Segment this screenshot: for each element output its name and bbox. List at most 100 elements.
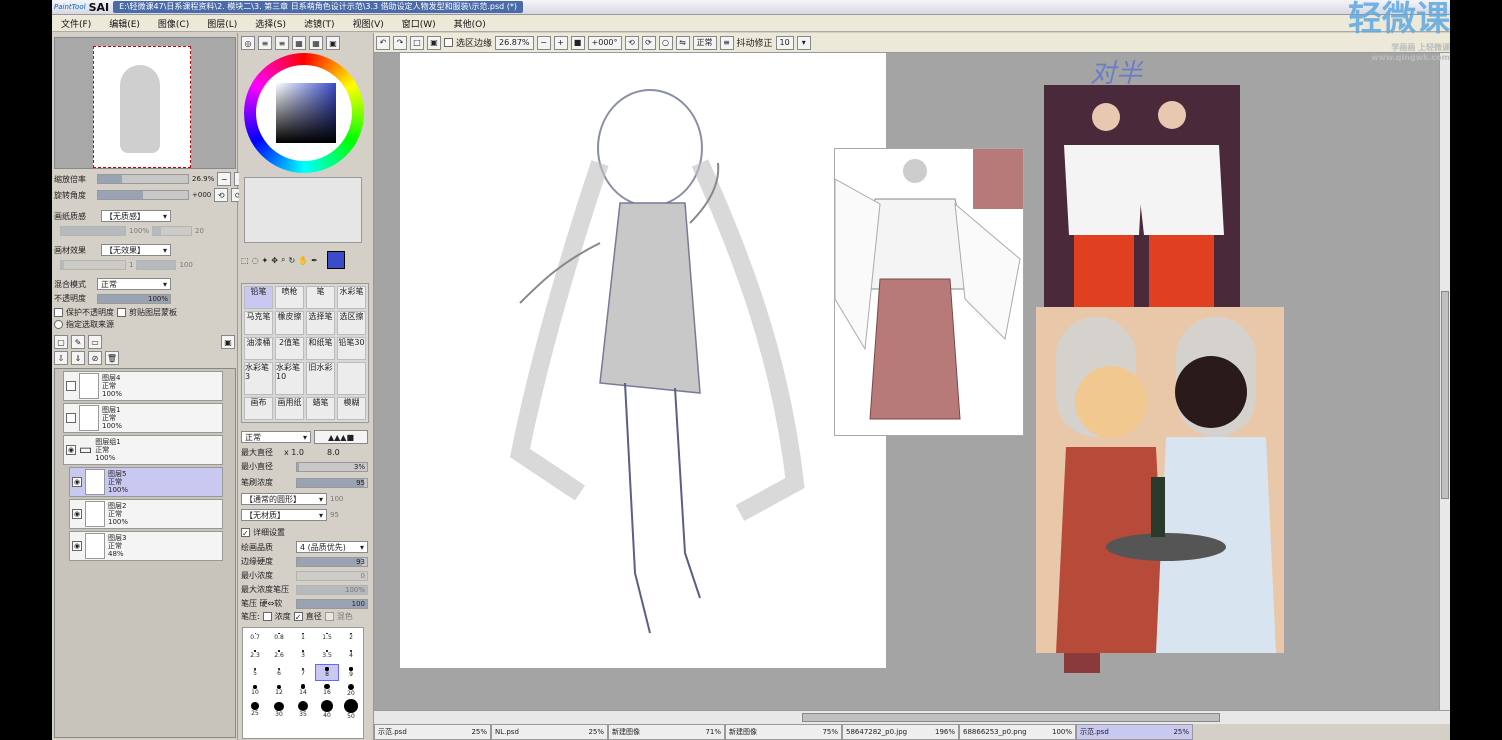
reference-photo-miko[interactable]: [1044, 85, 1240, 307]
brush-size-option[interactable]: 1.5: [315, 628, 339, 646]
brush-size-option[interactable]: 14: [291, 681, 315, 699]
delete-layer-button[interactable]: 🗑: [105, 351, 119, 365]
canvas-area[interactable]: 对半: [374, 53, 1439, 710]
transfer-down-button[interactable]: ⇩: [54, 351, 68, 365]
tool-drawing-paper[interactable]: 画用纸: [275, 396, 304, 420]
density-slider[interactable]: 95: [296, 477, 368, 488]
undo-button[interactable]: ↶: [376, 35, 390, 50]
menu-select[interactable]: 选择(S): [246, 17, 295, 30]
rgb-slider-tab[interactable]: ≡: [258, 36, 272, 50]
brush-size-option[interactable]: 2.3: [243, 646, 267, 664]
nav-zoom-out-button[interactable]: −: [217, 172, 232, 186]
lasso-icon[interactable]: ◌: [252, 256, 259, 265]
pressure-size-checkbox[interactable]: ✓: [293, 612, 303, 622]
brush-size-option[interactable]: 2: [339, 628, 363, 646]
layer-menu-button[interactable]: ▣: [221, 335, 235, 349]
zoom-out-button[interactable]: −: [536, 35, 551, 50]
vertical-scroll-thumb[interactable]: [1441, 291, 1449, 499]
deselect-button[interactable]: □: [410, 35, 424, 50]
selection-edge-checkbox[interactable]: [444, 38, 453, 47]
blend-mode-select[interactable]: 正常 ▾: [97, 278, 171, 290]
brush-size-option[interactable]: 4: [339, 646, 363, 664]
menu-other[interactable]: 其他(O): [445, 17, 495, 30]
doc-tab-active[interactable]: 示范.psd 25%: [1076, 724, 1193, 740]
new-folder-button[interactable]: ▭: [88, 335, 102, 349]
brush-size-option[interactable]: 7: [291, 664, 315, 682]
brush-size-option[interactable]: 0.7: [243, 628, 267, 646]
hsv-slider-tab[interactable]: ≡: [275, 36, 289, 50]
rotate-left-button[interactable]: ⟲: [624, 35, 639, 50]
tool-bucket[interactable]: 油漆桶: [244, 336, 273, 361]
pressure-density-checkbox[interactable]: [262, 612, 272, 621]
tool-watercolor[interactable]: 水彩笔: [337, 286, 366, 310]
menu-edit[interactable]: 编辑(E): [100, 17, 149, 30]
eye-icon[interactable]: ◉: [66, 445, 76, 455]
brush-texture-select[interactable]: 【无材质】 ▾: [241, 509, 327, 521]
doc-tab[interactable]: NL.psd 25%: [491, 724, 608, 740]
brush-size-option[interactable]: 3: [291, 646, 315, 664]
stabilizer-dropdown-icon[interactable]: ▾: [796, 35, 811, 50]
paper-texture-select[interactable]: 【无质感】 ▾: [101, 210, 171, 222]
select-rect-icon[interactable]: ⬚: [241, 256, 249, 265]
brush-effect-select[interactable]: 【无效果】 ▾: [101, 244, 171, 256]
protect-opacity-checkbox[interactable]: [54, 308, 63, 317]
swatches-tab[interactable]: ▦: [292, 36, 306, 50]
brush-size-option[interactable]: 5: [243, 664, 267, 682]
brush-size-option[interactable]: 10: [243, 681, 267, 699]
drawing-canvas[interactable]: [400, 53, 886, 668]
tool-watercolor10[interactable]: 水彩笔10: [275, 362, 304, 395]
brush-size-option[interactable]: 16: [315, 681, 339, 699]
brush-size-option[interactable]: 2.6: [267, 646, 291, 664]
selection-source-radio[interactable]: [54, 320, 63, 329]
stabilizer-select[interactable]: 10: [775, 35, 794, 50]
tool-eraser[interactable]: 橡皮擦: [275, 311, 304, 335]
pressure-blend-checkbox[interactable]: [324, 612, 334, 621]
brush-edge-selector[interactable]: ▲▲▲■: [314, 430, 368, 444]
user-swatch-tab[interactable]: ▦: [309, 36, 323, 50]
menu-layer[interactable]: 图层(L): [198, 17, 246, 30]
tool-washi[interactable]: 和纸笔: [306, 336, 335, 361]
effect-width-slider[interactable]: [60, 260, 126, 270]
navigator[interactable]: [54, 37, 236, 169]
color-wheel-tab[interactable]: ◎: [241, 36, 255, 50]
invert-select-button[interactable]: ▣: [427, 35, 441, 50]
detail-settings-checkbox[interactable]: ✓: [241, 528, 250, 538]
new-layer-button[interactable]: ▢: [54, 335, 68, 349]
layer-row[interactable]: ◉ 图层2 正常 100%: [69, 499, 223, 529]
reference-image-partial[interactable]: [1064, 653, 1100, 673]
tool-binary-pen[interactable]: 2值笔: [275, 336, 304, 361]
brush-size-option[interactable]: 20: [339, 681, 363, 699]
new-linework-layer-button[interactable]: ✎: [71, 335, 85, 349]
menu-image[interactable]: 图像(C): [149, 17, 198, 30]
eye-icon[interactable]: ◉: [72, 509, 82, 519]
tool-marker[interactable]: 马克笔: [244, 311, 273, 335]
horizontal-scrollbar[interactable]: [374, 710, 1450, 724]
min-density-slider[interactable]: 0: [296, 570, 368, 581]
reference-image-costume[interactable]: [834, 148, 1024, 436]
angle-field[interactable]: +000°: [587, 35, 622, 50]
menu-view[interactable]: 视图(V): [344, 17, 393, 30]
tool-pencil[interactable]: 铅笔: [244, 286, 273, 310]
brush-size-option[interactable]: 8: [315, 663, 339, 682]
eye-icon[interactable]: ◉: [72, 477, 82, 487]
flip-button[interactable]: ⇋: [675, 35, 690, 50]
rotate-right-button[interactable]: ⟳: [641, 35, 656, 50]
brush-size-option[interactable]: 30: [267, 699, 291, 720]
primary-color[interactable]: [326, 251, 345, 269]
angle-slider[interactable]: [97, 190, 189, 200]
quality-select[interactable]: 4 (品质优先) ▾: [296, 541, 368, 553]
brush-size-option[interactable]: 12: [267, 681, 291, 699]
effect-strength-slider[interactable]: [136, 260, 177, 270]
scratchpad[interactable]: [244, 177, 362, 243]
brush-size-option[interactable]: 0.8: [267, 628, 291, 646]
tool-crayon[interactable]: 蜡笔: [306, 396, 335, 420]
vertical-scrollbar[interactable]: [1439, 53, 1450, 710]
menu-filter[interactable]: 滤镜(T): [295, 17, 344, 30]
brush-size-option[interactable]: 1: [291, 628, 315, 646]
brush-size-option[interactable]: 9: [339, 664, 363, 682]
clear-layer-button[interactable]: ⊘: [88, 351, 102, 365]
redo-button[interactable]: ↷: [393, 35, 407, 50]
layer-row[interactable]: 图层4 正常 100%: [63, 371, 223, 401]
visibility-toggle[interactable]: [66, 381, 76, 391]
tool-empty[interactable]: [337, 362, 366, 395]
